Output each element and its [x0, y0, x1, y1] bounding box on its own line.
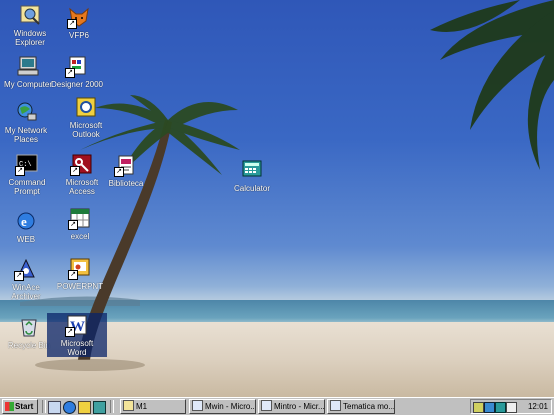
icon-label: My Network — [4, 126, 48, 135]
excel-icon: ↗ — [68, 206, 92, 230]
svg-text:e: e — [21, 214, 27, 229]
desktop-icon-web[interactable]: e WEB — [0, 209, 56, 244]
outlook-express-icon[interactable] — [78, 401, 91, 414]
quick-launch-divider — [110, 400, 114, 413]
powerpoint-icon: ↗ — [68, 256, 92, 280]
clock[interactable]: 12:01 — [528, 401, 548, 413]
designer-2000-icon: ↗ — [65, 54, 89, 78]
desktop-icon-designer-2000[interactable]: ↗ Designer 2000 — [47, 54, 107, 89]
fox-icon: ↗ — [67, 5, 91, 29]
shortcut-arrow-icon: ↗ — [114, 167, 124, 177]
shortcut-arrow-icon: ↗ — [65, 327, 75, 337]
task-button-mintro[interactable]: Mintro - Micr... — [258, 399, 325, 414]
computer-icon — [16, 54, 40, 78]
internet-explorer-icon: e — [14, 209, 38, 233]
word-doc-icon — [192, 400, 203, 411]
recycle-bin-icon — [17, 315, 41, 339]
network-icon[interactable] — [484, 402, 495, 413]
windows-explorer-icon — [18, 3, 42, 27]
icon-label: Biblioteca — [108, 179, 144, 188]
icon-label: Prompt — [14, 187, 40, 196]
icon-label: Access — [69, 187, 95, 196]
task-label: Mwin - Micro... — [205, 402, 256, 411]
desktop-icon-powerpnt[interactable]: ↗ POWERPNT — [50, 256, 110, 291]
task-label: Mintro - Micr... — [274, 402, 325, 411]
shortcut-arrow-icon: ↗ — [65, 68, 75, 78]
icon-label: Designer 2000 — [50, 80, 104, 89]
start-button[interactable]: Start — [2, 399, 38, 414]
task-label: Tematica mo... — [343, 402, 395, 411]
desktop-icon-excel[interactable]: ↗ excel — [50, 206, 110, 241]
task-button-mwin[interactable]: Mwin - Micro... — [189, 399, 256, 414]
desktop-icon-my-network-places[interactable]: My Network Places — [0, 100, 56, 144]
icon-label: Command — [8, 178, 46, 187]
channels-icon[interactable] — [93, 401, 106, 414]
network-places-icon — [14, 100, 38, 124]
icon-label: Microsoft — [69, 121, 103, 130]
shortcut-arrow-icon: ↗ — [70, 166, 80, 176]
task-button-tematica[interactable]: Tematica mo... — [327, 399, 395, 414]
desktop-icon-winace-archiver[interactable]: ↗ WinAce Archiver — [0, 257, 56, 301]
icon-label: Microsoft — [60, 339, 94, 348]
quick-launch-divider — [42, 400, 46, 413]
ie-icon[interactable] — [63, 401, 76, 414]
system-tray: 12:01 — [470, 399, 552, 414]
icon-label: WinAce — [12, 283, 40, 292]
icon-label: Word — [67, 348, 87, 357]
winace-icon: ↗ — [14, 257, 38, 281]
outlook-icon — [74, 95, 98, 119]
desktop-icon-biblioteca[interactable]: ↗ Biblioteca — [96, 153, 156, 188]
windows-logo-icon — [5, 402, 14, 411]
start-label: Start — [15, 402, 34, 411]
task-button-m1[interactable]: M1 — [120, 399, 186, 414]
word-doc-icon — [261, 400, 272, 411]
icon-label: POWERPNT — [56, 282, 104, 291]
taskbar: Start M1 Mwin - Micro... Mintro - Micr..… — [0, 397, 554, 415]
biblioteca-icon: ↗ — [114, 153, 138, 177]
desktop[interactable]: Windows Explorer ↗ VFP6 My Computer ↗ De… — [0, 0, 554, 397]
shortcut-arrow-icon: ↗ — [68, 220, 78, 230]
desktop-icon-microsoft-word[interactable]: W ↗ Microsoft Word — [47, 313, 107, 357]
icon-label: Outlook — [72, 130, 100, 139]
shortcut-arrow-icon: ↗ — [14, 271, 24, 281]
folder-icon — [123, 400, 134, 411]
icon-label: excel — [70, 232, 90, 241]
icon-label: Archiver — [11, 292, 41, 301]
desktop-icon-calculator[interactable]: Calculator — [222, 158, 282, 193]
show-desktop-icon[interactable] — [48, 401, 61, 414]
icon-label: Places — [13, 135, 38, 144]
word-doc-icon — [330, 400, 341, 411]
volume-icon[interactable] — [473, 402, 484, 413]
desktop-icon-vfp6[interactable]: ↗ VFP6 — [49, 5, 109, 40]
command-prompt-icon: C:\ ↗ — [15, 152, 39, 176]
icon-label: WEB — [16, 235, 36, 244]
printer-icon[interactable] — [506, 402, 517, 413]
shortcut-arrow-icon: ↗ — [68, 270, 78, 280]
shortcut-arrow-icon: ↗ — [67, 19, 77, 29]
desktop-icon-microsoft-outlook[interactable]: Microsoft Outlook — [56, 95, 116, 139]
icon-label: Calculator — [233, 184, 270, 193]
desktop-icon-command-prompt[interactable]: C:\ ↗ Command Prompt — [0, 152, 57, 196]
monitor-icon[interactable] — [495, 402, 506, 413]
calculator-icon — [240, 158, 264, 182]
word-icon: W ↗ — [65, 313, 89, 337]
access-key-icon: ↗ — [70, 152, 94, 176]
shortcut-arrow-icon: ↗ — [15, 166, 25, 176]
icon-label: VFP6 — [68, 31, 89, 40]
task-label: M1 — [136, 402, 148, 411]
